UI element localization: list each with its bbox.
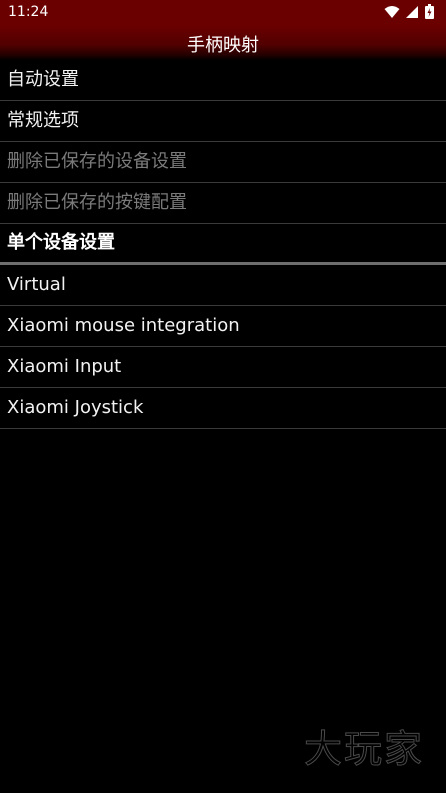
signal-icon [406, 4, 419, 23]
title-bar: 手柄映射 [0, 26, 446, 60]
status-bar: 11:24 [0, 0, 446, 26]
menu-item-delete-saved-key-config: 删除已保存的按键配置 [0, 183, 446, 224]
device-item-xiaomi-mouse-integration[interactable]: Xiaomi mouse integration [0, 306, 446, 347]
watermark-logo: 大玩家 [303, 727, 424, 772]
battery-icon [425, 3, 434, 23]
page-title: 手柄映射 [187, 35, 259, 56]
status-time: 11:24 [8, 4, 49, 20]
menu-item-delete-saved-device-settings: 删除已保存的设备设置 [0, 142, 446, 183]
device-item-xiaomi-input[interactable]: Xiaomi Input [0, 347, 446, 388]
section-header-per-device-settings: 单个设备设置 [0, 224, 446, 265]
settings-menu: 自动设置 常规选项 删除已保存的设备设置 删除已保存的按键配置 单个设备设置 V… [0, 60, 446, 429]
menu-item-auto-settings[interactable]: 自动设置 [0, 60, 446, 101]
device-item-xiaomi-joystick[interactable]: Xiaomi Joystick [0, 388, 446, 429]
wifi-icon [384, 4, 400, 23]
device-item-virtual[interactable]: Virtual [0, 265, 446, 306]
menu-item-general-options[interactable]: 常规选项 [0, 101, 446, 142]
status-icons [384, 3, 434, 23]
